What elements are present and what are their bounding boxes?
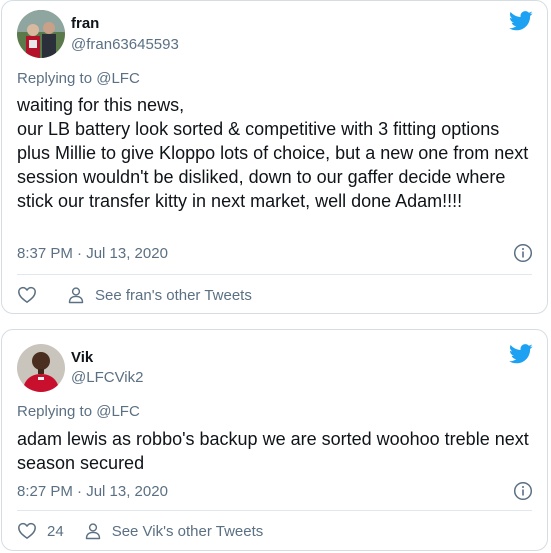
- heart-icon[interactable]: [17, 521, 37, 541]
- timestamp[interactable]: 8:37 PM · Jul 13, 2020: [17, 245, 168, 262]
- person-icon: [85, 523, 100, 540]
- action-row: See fran's other Tweets: [17, 285, 252, 305]
- see-other-tweets-link[interactable]: See Vik's other Tweets: [84, 522, 264, 540]
- divider: [17, 510, 532, 511]
- avatar[interactable]: [17, 10, 65, 58]
- see-other-tweets-label[interactable]: See Vik's other Tweets: [112, 523, 264, 540]
- twitter-bird-icon[interactable]: [509, 344, 533, 364]
- action-row: 24 See Vik's other Tweets: [17, 521, 263, 541]
- tweet-card[interactable]: Vik @LFCVik2 Replying to @LFC adam lewis…: [1, 329, 548, 551]
- replying-to[interactable]: Replying to @LFC: [17, 403, 140, 420]
- heart-icon[interactable]: [17, 285, 37, 305]
- info-icon[interactable]: [513, 243, 533, 263]
- replying-to[interactable]: Replying to @LFC: [17, 70, 140, 87]
- divider: [17, 274, 532, 275]
- tweet-text: adam lewis as robbo's backup we are sort…: [17, 429, 529, 473]
- twitter-bird-icon[interactable]: [509, 11, 533, 31]
- timestamp[interactable]: 8:27 PM · Jul 13, 2020: [17, 483, 168, 500]
- user-name[interactable]: Vik: [71, 349, 93, 366]
- tweet-feed: fran @fran63645593 Replying to @LFC wait…: [0, 0, 551, 553]
- info-icon[interactable]: [513, 481, 533, 501]
- user-handle[interactable]: @LFCVik2: [71, 369, 143, 386]
- user-name[interactable]: fran: [71, 15, 99, 32]
- see-other-tweets-label[interactable]: See fran's other Tweets: [95, 287, 252, 304]
- tweet-card[interactable]: fran @fran63645593 Replying to @LFC wait…: [1, 0, 548, 314]
- see-other-tweets-link[interactable]: See fran's other Tweets: [67, 286, 252, 304]
- user-handle[interactable]: @fran63645593: [71, 36, 179, 53]
- like-count: 24: [47, 522, 64, 540]
- avatar[interactable]: [17, 344, 65, 392]
- person-icon: [68, 287, 84, 304]
- tweet-text: waiting for this news, our LB battery lo…: [17, 95, 529, 211]
